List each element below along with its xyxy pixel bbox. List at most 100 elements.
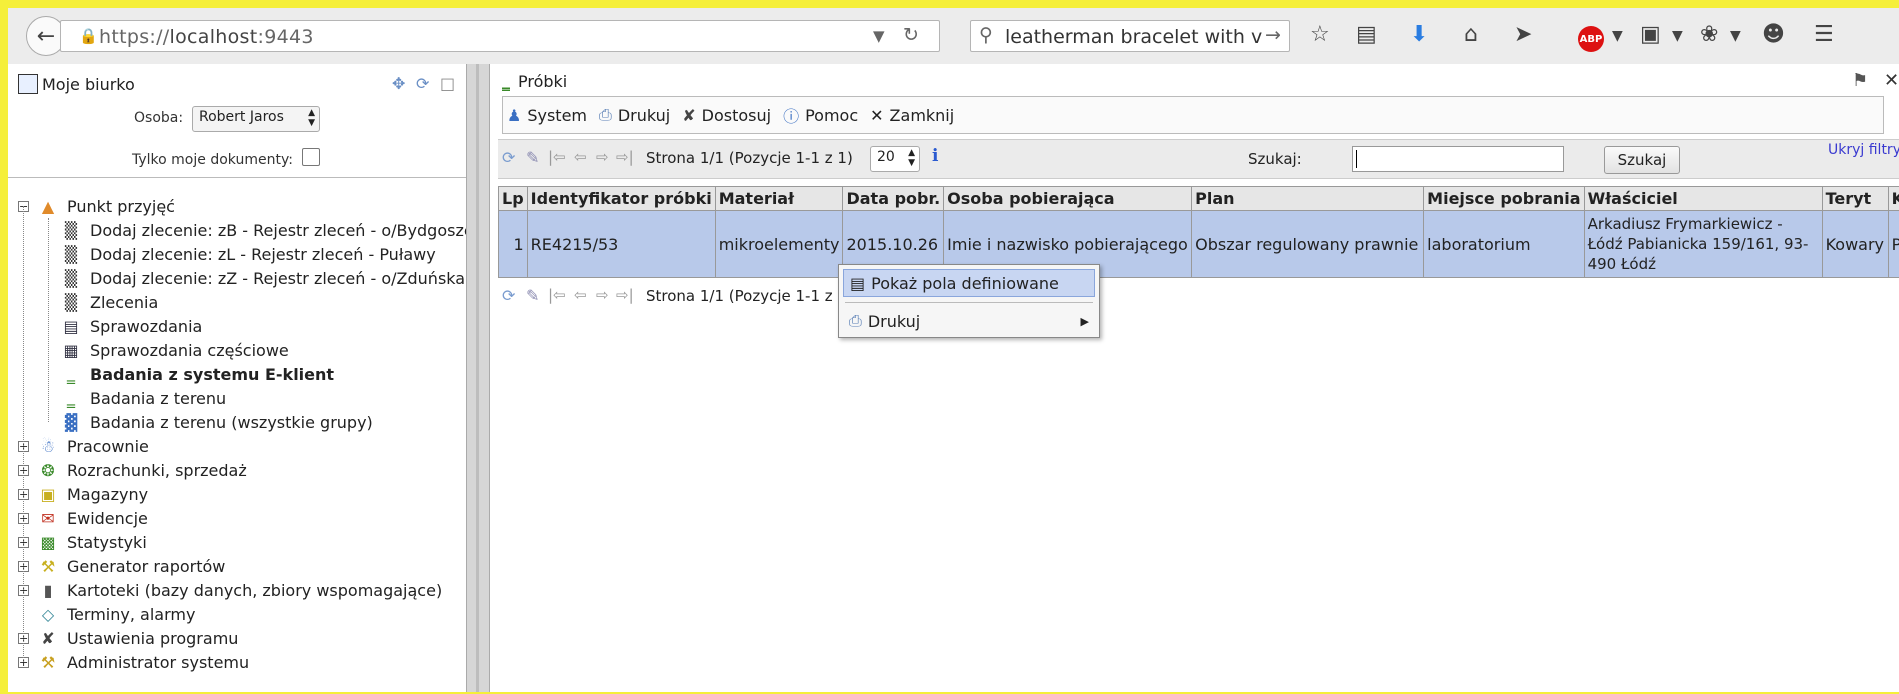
tree-item[interactable]: +☃Pracownie: [18, 434, 149, 458]
tylko-checkbox[interactable]: [302, 148, 320, 166]
dropdown-icon[interactable]: ▼: [1672, 28, 1683, 44]
next-page-icon[interactable]: ⇨: [596, 286, 609, 304]
szukaj-input[interactable]: [1352, 146, 1564, 172]
reload-icon[interactable]: ↻: [903, 24, 919, 46]
last-page-icon[interactable]: ⇨|: [616, 286, 634, 304]
osoba-select[interactable]: Robert Jaros ▲▼: [192, 106, 320, 132]
refresh-icon[interactable]: ⟳: [502, 286, 515, 305]
workshop-icon: ☃: [37, 435, 59, 457]
tree-item[interactable]: ▒Dodaj zlecenie: zZ - Rejestr zleceń - o…: [60, 266, 466, 290]
close-icon[interactable]: ✕: [1884, 70, 1899, 91]
context-menu-item-pokaz-pola[interactable]: ▤ Pokaż pola definiowane: [843, 269, 1095, 297]
context-menu-item-drukuj[interactable]: ⎙ Drukuj ▶: [843, 307, 1095, 335]
tree-item[interactable]: +▮Kartoteki (bazy danych, zbiory wspomag…: [18, 578, 442, 602]
tree-item[interactable]: ◇Terminy, alarmy: [37, 602, 195, 626]
tree-item[interactable]: −▲Punkt przyjęć: [18, 194, 175, 218]
screenshot-icon[interactable]: ▣: [1640, 22, 1661, 47]
column-header[interactable]: Lp: [499, 187, 528, 211]
tree-item[interactable]: +✉Ewidencje: [18, 506, 148, 530]
extension-icon[interactable]: ❀: [1700, 22, 1718, 47]
column-header[interactable]: Teryt: [1822, 187, 1888, 211]
url-bar[interactable]: 🔒 https://localhost:9443 ▼ ↻: [60, 20, 940, 52]
report-icon: ▤: [60, 315, 82, 337]
tree-item-label: Dodaj zlecenie: zL - Rejestr zleceń - Pu…: [90, 245, 436, 264]
catalog-icon: ▮: [37, 579, 59, 601]
dropdown-icon[interactable]: ▼: [1730, 28, 1741, 44]
zamknij-button[interactable]: ✕ Zamknij: [870, 106, 954, 125]
tree-item[interactable]: ▒Dodaj zlecenie: zB - Rejestr zleceń - o…: [60, 218, 466, 242]
send-icon[interactable]: ➤: [1514, 22, 1532, 47]
ukryj-filtry-link[interactable]: Ukryj filtry: [1828, 142, 1899, 158]
column-header[interactable]: Miejsce pobrania: [1424, 187, 1584, 211]
search-bar[interactable]: ⚲ leatherman bracelet with v →: [970, 20, 1290, 52]
table-row[interactable]: 1RE4215/53mikroelementy2015.10.26Imie i …: [499, 211, 1899, 278]
splitter-handle[interactable]: [466, 64, 490, 692]
column-header[interactable]: Data pobr.: [843, 187, 944, 211]
tree-item[interactable]: ▤Sprawozdania: [60, 314, 202, 338]
tree-item[interactable]: +⚒Administrator systemu: [18, 650, 249, 674]
dostosuj-button[interactable]: ✘Dostosuj: [682, 106, 771, 125]
tree-item-label: Administrator systemu: [67, 653, 249, 672]
eraser-icon[interactable]: ✎: [526, 286, 539, 305]
page-size-select[interactable]: 20 ▲▼: [870, 146, 920, 172]
column-header[interactable]: Plan: [1192, 187, 1424, 211]
table-cell: 1: [499, 211, 528, 278]
column-header[interactable]: Właściciel: [1584, 187, 1822, 211]
first-page-icon[interactable]: |⇦: [548, 286, 566, 304]
collapse-icon[interactable]: ✥: [392, 74, 405, 93]
reading-list-icon[interactable]: ▤: [1356, 22, 1377, 47]
tree-item[interactable]: ▓Badania z terenu (wszystkie grupy): [60, 410, 373, 434]
menu-icon[interactable]: ☰: [1814, 22, 1834, 47]
tree-item[interactable]: ‗Badania z terenu: [60, 386, 226, 410]
tree-item[interactable]: +▣Magazyny: [18, 482, 148, 506]
document-icon[interactable]: □: [440, 74, 455, 93]
column-header[interactable]: Kraj: [1888, 187, 1899, 211]
tree-item[interactable]: +▩Statystyki: [18, 530, 147, 554]
prev-page-icon[interactable]: ⇦: [574, 148, 587, 166]
pager-text: Strona 1/1 (Pozycje 1-1 z 1): [646, 149, 853, 167]
search-input[interactable]: leatherman bracelet with v: [1005, 26, 1267, 48]
osoba-label: Osoba:: [134, 110, 183, 126]
browser-toolbar: ← 🔒 https://localhost:9443 ▼ ↻ ⚲ leather…: [8, 8, 1899, 65]
prev-page-icon[interactable]: ⇦: [574, 286, 587, 304]
tree-item[interactable]: ‗Badania z systemu E-klient: [60, 362, 334, 386]
tree-item-label: Magazyny: [67, 485, 148, 504]
divider: [8, 177, 466, 178]
tree-item[interactable]: ▒Dodaj zlecenie: zL - Rejestr zleceń - P…: [60, 242, 436, 266]
system-button[interactable]: ♟System: [507, 106, 587, 125]
abp-icon[interactable]: ABP: [1578, 26, 1604, 52]
column-header[interactable]: Materiał: [715, 187, 843, 211]
first-page-icon[interactable]: |⇦: [548, 148, 566, 166]
tree-item[interactable]: +✘Ustawienia programu: [18, 626, 238, 650]
home-icon[interactable]: ⌂: [1464, 22, 1478, 47]
table-cell: Kowary: [1822, 211, 1888, 278]
emoji-icon[interactable]: ☻: [1762, 22, 1785, 47]
bell-icon[interactable]: ⚑: [1852, 70, 1868, 91]
tree-item[interactable]: ▒Zlecenia: [60, 290, 158, 314]
last-page-icon[interactable]: ⇨|: [616, 148, 634, 166]
dropdown-icon[interactable]: ▼: [873, 27, 885, 45]
column-header[interactable]: Identyfikator próbki: [527, 187, 715, 211]
column-header[interactable]: Osoba pobierająca: [944, 187, 1192, 211]
tree-item[interactable]: ▦Sprawozdania częściowe: [60, 338, 289, 362]
close-icon: ✕: [870, 106, 883, 125]
bookmark-star-icon[interactable]: ☆: [1310, 22, 1330, 47]
context-menu-item-label: Drukuj: [868, 312, 920, 331]
pomoc-button[interactable]: ⓘPomoc: [783, 103, 858, 127]
tube-icon: ‗: [60, 387, 82, 409]
refresh-icon[interactable]: ⟳: [416, 74, 429, 93]
tree-item-label: Statystyki: [67, 533, 147, 552]
tree-item-label: Punkt przyjęć: [67, 197, 175, 216]
dropdown-icon[interactable]: ▼: [1612, 28, 1623, 44]
drukuj-button[interactable]: ⎙Drukuj: [599, 105, 670, 125]
tree-item[interactable]: +❂Rozrachunki, sprzedaż: [18, 458, 247, 482]
forward-arrow-icon[interactable]: →: [1265, 24, 1281, 46]
szukaj-button[interactable]: Szukaj: [1604, 146, 1680, 174]
zamknij-label: Zamknij: [890, 106, 955, 125]
download-icon[interactable]: ⬇: [1410, 22, 1428, 47]
tree-item[interactable]: +⚒Generator raportów: [18, 554, 225, 578]
next-page-icon[interactable]: ⇨: [596, 148, 609, 166]
refresh-icon[interactable]: ⟳: [502, 148, 515, 167]
info-icon[interactable]: i: [932, 146, 938, 166]
eraser-icon[interactable]: ✎: [526, 148, 539, 167]
